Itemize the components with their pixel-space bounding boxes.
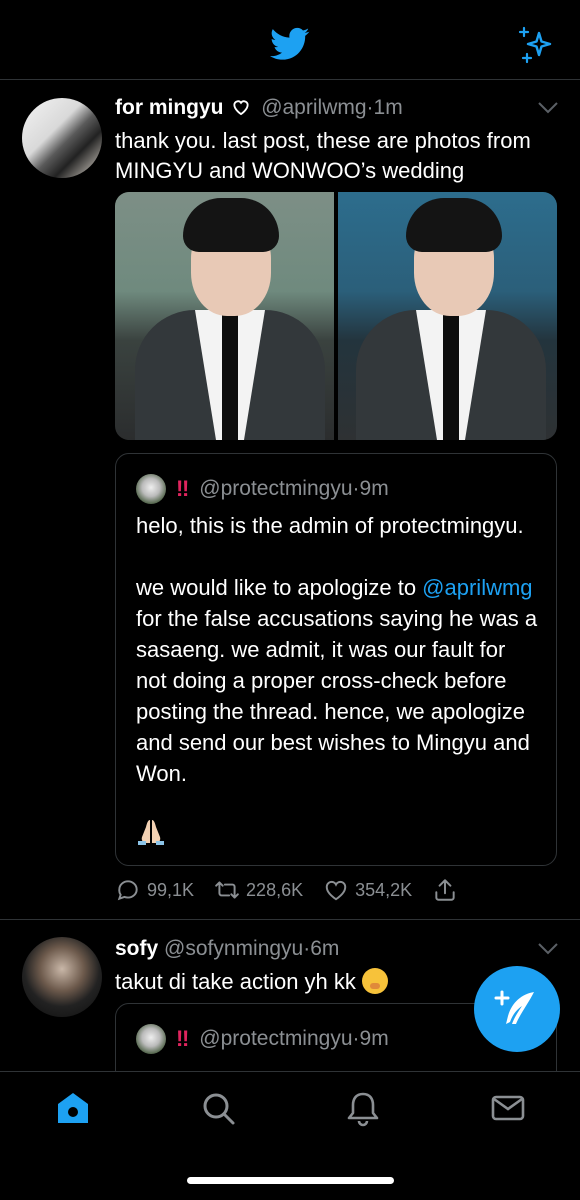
quoted-tweet-text: helo, this is the admin of protectmingyu…: [136, 510, 541, 789]
quote-paragraph-2: we would like to apologize to @aprilwmg …: [136, 572, 541, 789]
avatar: [136, 1024, 166, 1054]
photo-1[interactable]: [115, 192, 334, 440]
dot-separator: ·: [352, 1027, 360, 1050]
like-button[interactable]: 354,2K: [323, 877, 412, 903]
retweet-icon: [215, 881, 239, 899]
avatar[interactable]: [22, 937, 102, 1017]
tweet-1[interactable]: for mingyu @aprilwmg·1m thank you. last …: [0, 80, 580, 920]
compose-feather-plus-icon: [494, 990, 534, 1024]
home-indicator[interactable]: [187, 1177, 394, 1184]
share-button[interactable]: [432, 877, 464, 903]
share-icon: [435, 879, 455, 901]
chevron-down-icon[interactable]: [538, 943, 558, 955]
reply-button[interactable]: 99,1K: [115, 877, 194, 903]
heart-icon: [325, 880, 347, 901]
face-with-hand-over-mouth-emoji-icon: [362, 968, 389, 994]
media-grid[interactable]: [115, 192, 557, 440]
twitter-bird-icon[interactable]: [268, 24, 312, 64]
dot-separator: ·: [352, 477, 360, 500]
display-name[interactable]: for mingyu: [115, 96, 224, 119]
quote-text-lead: we would like to apologize to: [136, 575, 423, 600]
tweet-actions: 99,1K 228,6K 354,2K: [115, 877, 484, 903]
compose-tweet-button[interactable]: [474, 966, 560, 1052]
retweet-count: 228,6K: [246, 879, 304, 900]
mention-link[interactable]: @aprilwmg: [422, 575, 532, 600]
handle: @protectmingyu: [199, 477, 353, 500]
notifications-icon[interactable]: [343, 1088, 383, 1128]
timestamp: 6m: [310, 937, 340, 960]
reply-count: 99,1K: [147, 879, 195, 900]
quoted-tweet-header: ‼ @protectmingyu · 9m: [136, 1024, 389, 1054]
quote-paragraph-1: helo, this is the admin of protectmingyu…: [136, 513, 524, 538]
photo-2[interactable]: [338, 192, 557, 440]
reply-icon: [117, 880, 138, 901]
tweet-header: sofy @sofynmingyu·6m: [115, 937, 339, 961]
quote-text-rest: for the false accusations saying he was …: [136, 606, 538, 786]
folded-hands-emoji-icon: [138, 820, 164, 845]
tweet-text: thank you. last post, these are photos f…: [115, 128, 531, 183]
search-icon[interactable]: [198, 1088, 238, 1128]
quoted-tweet[interactable]: ‼ @protectmingyu · 9m helo, this is the ad…: [115, 453, 557, 866]
avatar[interactable]: [22, 98, 102, 178]
tweet-header: for mingyu @aprilwmg·1m: [115, 96, 403, 120]
timestamp: 9m: [359, 477, 389, 500]
like-count: 354,2K: [355, 879, 413, 900]
home-icon[interactable]: [53, 1088, 93, 1128]
avatar: [136, 474, 166, 504]
sparkle-icon[interactable]: [518, 26, 554, 64]
handle: @protectmingyu: [199, 1027, 353, 1050]
top-bar: [0, 0, 580, 80]
chevron-down-icon[interactable]: [538, 102, 558, 114]
messages-icon[interactable]: [488, 1088, 528, 1128]
quoted-tweet-header: ‼ @protectmingyu · 9m: [136, 474, 389, 504]
display-name[interactable]: sofy: [115, 937, 158, 960]
retweet-button[interactable]: 228,6K: [214, 877, 303, 903]
handle[interactable]: @sofynmingyu: [164, 937, 303, 960]
tweet-text-content: takut di take action yh kk: [115, 969, 356, 994]
double-exclamation-icon: ‼: [176, 1026, 189, 1051]
handle[interactable]: @aprilwmg: [261, 96, 366, 119]
timestamp: 1m: [373, 96, 403, 119]
dot-separator: ·: [366, 96, 374, 119]
double-exclamation-icon: ‼: [176, 476, 189, 501]
heart-outline-icon: [233, 100, 249, 116]
timestamp: 9m: [359, 1027, 389, 1050]
